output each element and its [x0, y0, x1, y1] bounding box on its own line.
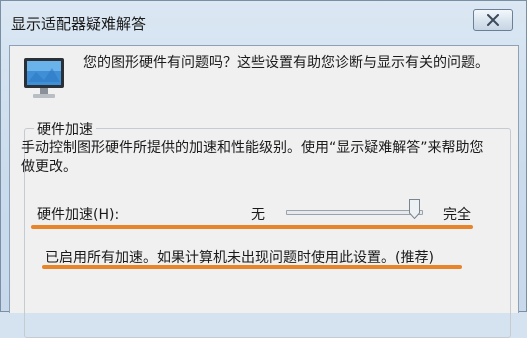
- slider-max-label: 完全: [443, 207, 471, 223]
- hardware-acceleration-slider[interactable]: [286, 210, 423, 215]
- title-bar: 显示适配器疑难解答: [1, 1, 526, 45]
- close-icon: [487, 14, 499, 26]
- slider-thumb[interactable]: [409, 199, 420, 219]
- group-title: 硬件加速: [34, 119, 96, 139]
- hardware-acceleration-label: 硬件加速(H):: [37, 207, 120, 223]
- group-description: 手动控制图形硬件所提供的加速和性能级别。使用“显示疑难解答”来帮助您做更改。: [21, 140, 484, 175]
- close-button[interactable]: [473, 9, 513, 31]
- annotation-underline: [31, 225, 473, 229]
- troubleshooter-window: 显示适配器疑难解答 您的图形硬件有问题吗？这些设置有助您诊断与显示有关的问题。 …: [0, 0, 527, 338]
- annotation-underline: [42, 265, 462, 269]
- monitor-icon: [24, 58, 64, 98]
- slider-min-label: 无: [251, 207, 265, 223]
- acceleration-status-text: 已启用所有加速。如果计算机未出现问题时使用此设置。(推荐): [45, 250, 434, 266]
- dialog-body: 您的图形硬件有问题吗？这些设置有助您诊断与显示有关的问题。 硬件加速: [9, 45, 519, 338]
- window-title: 显示适配器疑难解答: [11, 15, 147, 33]
- header-description: 您的图形硬件有问题吗？这些设置有助您诊断与显示有关的问题。: [83, 55, 489, 71]
